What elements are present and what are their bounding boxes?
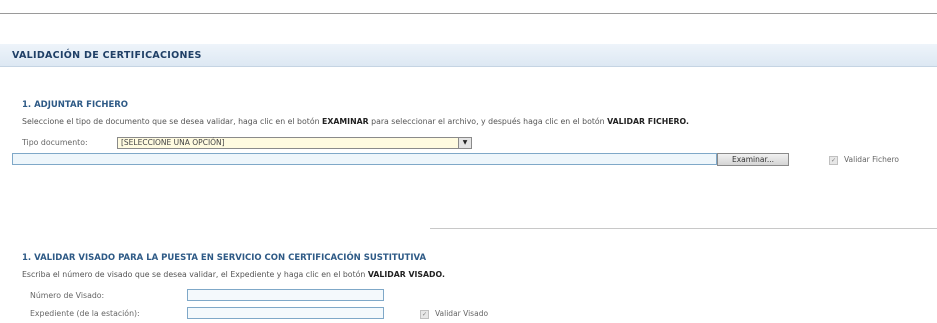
desc-bold-validar-visado: VALIDAR VISADO. xyxy=(367,270,445,279)
chevron-down-icon[interactable]: ▼ xyxy=(458,138,471,148)
desc-bold-examinar: EXAMINAR xyxy=(322,117,369,126)
section-divider xyxy=(430,228,937,229)
numero-visado-label: Número de Visado: xyxy=(30,291,105,300)
validar-fichero-button[interactable]: ✓ Validar Fichero xyxy=(829,155,899,165)
file-path-input[interactable] xyxy=(12,153,717,165)
tipo-documento-value: [SELECCIONE UNA OPCIÓN] xyxy=(121,138,225,147)
tipo-documento-label: Tipo documento: xyxy=(22,138,88,147)
section-adjuntar-title: 1. ADJUNTAR FICHERO xyxy=(22,100,129,110)
section-visado-description: Escriba el número de visado que se desea… xyxy=(22,270,445,279)
tipo-documento-select[interactable]: [SELECCIONE UNA OPCIÓN] ▼ xyxy=(117,137,472,149)
check-icon: ✓ xyxy=(420,309,429,319)
check-icon: ✓ xyxy=(829,155,838,165)
top-divider xyxy=(0,13,937,14)
section-adjuntar-description: Seleccione el tipo de documento que se d… xyxy=(22,117,689,126)
desc-text: Seleccione el tipo de documento que se d… xyxy=(22,117,323,126)
validar-visado-button[interactable]: ✓ Validar Visado xyxy=(420,309,488,319)
desc-text: para seleccionar el archivo, y después h… xyxy=(368,117,608,126)
section-visado-title: 1. VALIDAR VISADO PARA LA PUESTA EN SERV… xyxy=(22,253,427,263)
validar-visado-label: Validar Visado xyxy=(435,309,489,318)
expediente-label: Expediente (de la estación): xyxy=(30,309,140,318)
desc-text: Escriba el número de visado que se desea… xyxy=(22,270,368,279)
page-title: VALIDACIÓN DE CERTIFICACIONES xyxy=(12,50,202,61)
validar-fichero-label: Validar Fichero xyxy=(844,155,899,164)
expediente-input[interactable] xyxy=(187,307,384,319)
examinar-button[interactable]: Examinar... xyxy=(717,153,789,166)
numero-visado-input[interactable] xyxy=(187,289,384,301)
desc-bold-validar-fichero: VALIDAR FICHERO. xyxy=(607,117,689,126)
